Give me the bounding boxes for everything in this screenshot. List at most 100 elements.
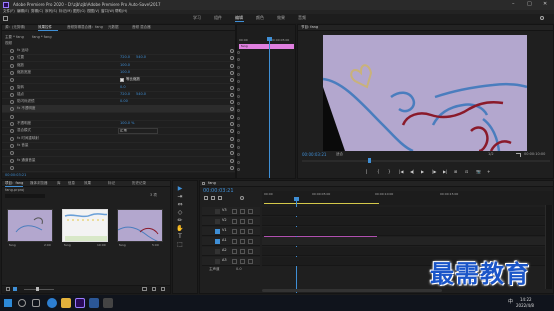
export-frame-button[interactable]: 📷 xyxy=(476,170,481,174)
tab-audio-clip-mixer[interactable]: 音频剪辑混合器：fang xyxy=(67,25,103,30)
track-sync-lock-icon[interactable] xyxy=(248,219,253,224)
workspace-tab-effects[interactable]: 效果 xyxy=(277,16,285,20)
reset-parameter-icon[interactable] xyxy=(230,114,234,119)
track-mute-icon[interactable] xyxy=(240,239,245,244)
stopwatch-icon[interactable] xyxy=(10,114,14,119)
tab-effects[interactable]: 效果 xyxy=(84,181,91,186)
track-sync-lock-icon[interactable] xyxy=(248,229,253,234)
track-target-toggle[interactable] xyxy=(215,249,220,254)
pen-tool-icon[interactable]: ✏ xyxy=(176,217,184,224)
track-visibility-icon[interactable] xyxy=(240,229,245,234)
new-bin-icon[interactable] xyxy=(142,287,147,291)
track-target-toggle[interactable] xyxy=(215,259,220,264)
tab-history[interactable]: 历史记录 xyxy=(132,181,146,186)
effect-controls-timecode[interactable]: 00:00:03:21 xyxy=(5,173,26,178)
razor-tool-icon[interactable]: ◇ xyxy=(176,209,184,216)
mini-playhead[interactable] xyxy=(269,39,270,178)
zoom-slider[interactable] xyxy=(24,289,54,290)
tab-effect-controls[interactable]: 效果控件 xyxy=(38,25,52,30)
reset-parameter-icon[interactable] xyxy=(230,158,234,163)
keyframe-navigator[interactable] xyxy=(237,72,240,76)
program-timecode[interactable]: 00:00:03:21 xyxy=(302,153,326,157)
keyframe-navigator[interactable] xyxy=(237,138,240,142)
menu-marker[interactable]: 标记(M) xyxy=(59,9,72,14)
type-tool-icon[interactable]: T xyxy=(176,233,184,240)
track-lane[interactable] xyxy=(262,207,545,216)
selection-tool-icon[interactable]: ▶ xyxy=(176,185,184,192)
workspace-tab-audio[interactable]: 音频 xyxy=(298,16,306,20)
tab-libraries[interactable]: 库 xyxy=(57,181,61,186)
taskbar-date[interactable]: 2022/4/8 xyxy=(516,304,534,308)
reset-parameter-icon[interactable] xyxy=(230,151,234,156)
step-forward-button[interactable]: |▶ xyxy=(432,170,436,174)
track-name[interactable]: A1 xyxy=(222,238,227,243)
taskbar-explorer-icon[interactable] xyxy=(61,298,71,308)
keyframe-navigator[interactable] xyxy=(237,124,240,127)
menu-file[interactable]: 文件(F) xyxy=(3,9,15,14)
track-lane[interactable] xyxy=(262,227,545,236)
track-target-toggle[interactable] xyxy=(215,209,220,214)
trash-icon[interactable] xyxy=(161,287,165,291)
work-area-bar[interactable] xyxy=(264,203,379,204)
project-thumb-1[interactable] xyxy=(7,209,53,242)
keyframe-navigator[interactable] xyxy=(237,131,240,135)
track-lock-icon[interactable] xyxy=(232,259,237,264)
keyframe-navigator[interactable] xyxy=(237,87,240,91)
track-visibility-icon[interactable] xyxy=(240,209,245,214)
stopwatch-icon[interactable] xyxy=(10,165,14,170)
blend-mode-dropdown[interactable] xyxy=(118,128,158,135)
track-lane[interactable] xyxy=(262,217,545,226)
stopwatch-icon[interactable] xyxy=(10,63,14,68)
menu-clip[interactable]: 剪辑(C) xyxy=(31,9,43,14)
snap-icon[interactable] xyxy=(204,196,208,200)
uniform-scale-checkbox[interactable] xyxy=(120,78,124,83)
workspace-tab-learn[interactable]: 学习 xyxy=(193,16,201,20)
reset-parameter-icon[interactable] xyxy=(230,49,234,53)
track-solo-icon[interactable] xyxy=(248,249,253,254)
master-clip-label[interactable]: 主要 * fang xyxy=(5,35,24,40)
reset-parameter-icon[interactable] xyxy=(230,129,234,134)
track-sync-lock-icon[interactable] xyxy=(248,209,253,214)
track-lane[interactable] xyxy=(262,247,545,256)
go-to-out-button[interactable]: ▶| xyxy=(443,170,447,174)
button-editor-button[interactable]: + xyxy=(487,170,490,174)
track-mute-icon[interactable] xyxy=(240,259,245,264)
hand-tool-icon[interactable]: ✋ xyxy=(176,225,184,232)
stopwatch-icon[interactable] xyxy=(10,136,14,141)
project-thumb-2[interactable] xyxy=(62,209,108,242)
stopwatch-icon[interactable] xyxy=(10,92,14,97)
tab-metadata[interactable]: 元数据 xyxy=(108,25,119,30)
track-mute-icon[interactable] xyxy=(240,249,245,254)
play-button[interactable]: ▶ xyxy=(421,170,424,174)
keyframe-navigator[interactable] xyxy=(237,58,240,62)
track-name[interactable]: V3 xyxy=(222,208,227,213)
go-to-in-button[interactable]: |◀ xyxy=(399,170,403,174)
timeline-settings-icon[interactable] xyxy=(240,196,244,200)
taskbar-browser-icon[interactable] xyxy=(47,298,57,308)
menu-sequence[interactable]: 序列(S) xyxy=(45,9,57,14)
track-name[interactable]: A3 xyxy=(222,258,227,263)
rectangle-tool-icon[interactable]: ⬚ xyxy=(176,241,184,248)
mini-playhead-handle[interactable] xyxy=(267,37,272,41)
keyframe-navigator[interactable] xyxy=(237,51,240,54)
track-target-toggle[interactable] xyxy=(215,239,220,244)
list-view-icon[interactable] xyxy=(6,287,10,291)
track-lock-icon[interactable] xyxy=(232,219,237,224)
track-target-toggle[interactable] xyxy=(215,219,220,224)
maximize-button[interactable]: □ xyxy=(527,2,532,7)
effect-property-value[interactable]: 100.0 xyxy=(120,63,130,68)
track-lock-icon[interactable] xyxy=(232,239,237,244)
project-search-input[interactable] xyxy=(5,194,45,198)
effect-property-value[interactable]: 等比缩放 xyxy=(126,78,140,82)
close-button[interactable]: ✕ xyxy=(543,2,547,7)
step-back-button[interactable]: ◀| xyxy=(410,170,414,174)
track-solo-icon[interactable] xyxy=(248,239,253,244)
add-marker-icon[interactable] xyxy=(218,196,222,200)
program-title[interactable]: 节目: fang xyxy=(301,25,318,30)
keyframe-navigator[interactable] xyxy=(237,94,240,98)
menu-view[interactable]: 视图(V) xyxy=(87,9,99,14)
workspace-tab-color[interactable]: 颜色 xyxy=(256,16,264,20)
taskbar-app-icon[interactable] xyxy=(103,298,113,308)
effect-property-value-2[interactable]: 540.0 xyxy=(136,56,146,60)
effect-property-value[interactable]: 100.0 % xyxy=(120,121,134,126)
